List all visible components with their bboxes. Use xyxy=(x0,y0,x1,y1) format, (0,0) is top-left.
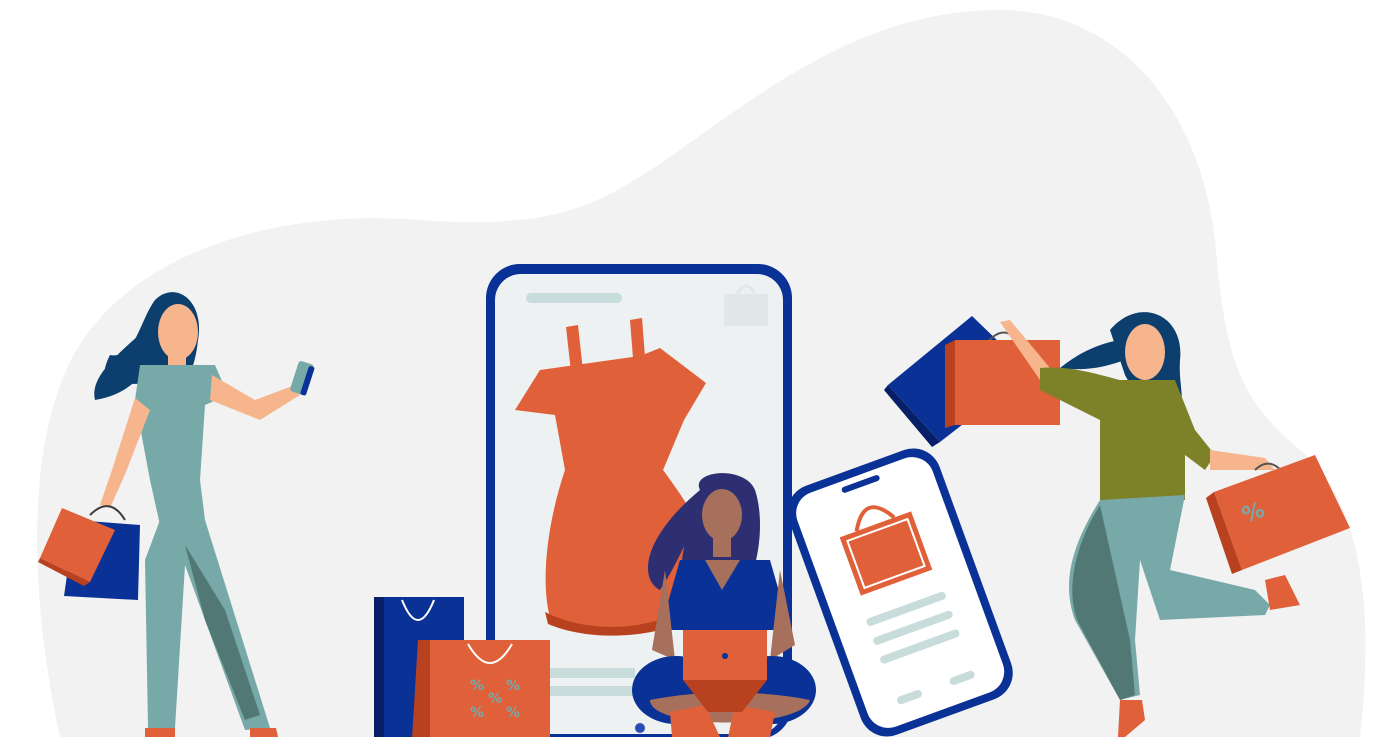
face xyxy=(1125,324,1165,380)
percent-mark: % xyxy=(488,691,502,707)
home-button xyxy=(635,723,645,733)
shoe xyxy=(145,728,175,737)
online-shopping-illustration: % % % % % % xyxy=(0,0,1386,739)
shopping-bag-orange: % % % % % xyxy=(412,640,550,739)
illustration-canvas: % % % % % % xyxy=(37,10,1366,739)
product-info-line xyxy=(545,686,635,696)
search-bar-placeholder xyxy=(526,293,622,303)
percent-mark: % xyxy=(506,705,520,721)
product-info-line xyxy=(545,668,635,678)
percent-mark: % xyxy=(506,678,520,694)
percent-mark: % xyxy=(470,678,484,694)
shoe xyxy=(250,728,278,737)
neck xyxy=(713,535,731,557)
face xyxy=(158,304,198,360)
percent-mark: % xyxy=(470,705,484,721)
face xyxy=(702,489,742,541)
